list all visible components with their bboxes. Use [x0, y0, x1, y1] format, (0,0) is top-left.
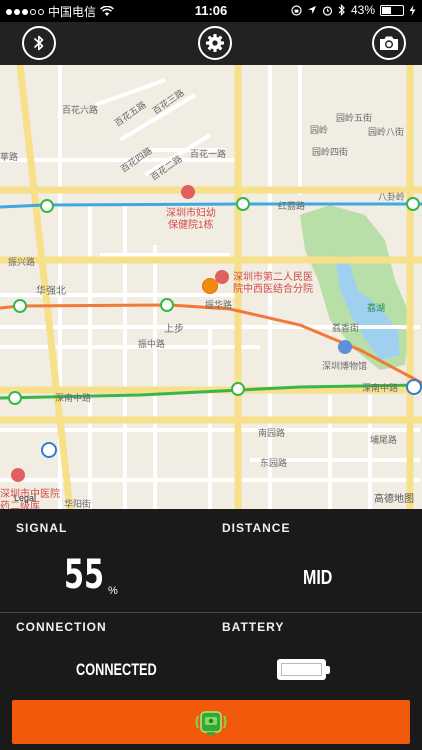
location-icon: [307, 6, 316, 14]
device-alarm-icon: [195, 711, 227, 735]
map-label: 深南中路: [55, 393, 92, 403]
hospital-marker: [11, 468, 25, 482]
map-label: 振华路: [205, 300, 233, 310]
battery-percent: 43%: [350, 3, 375, 17]
map-label: 红荔路: [278, 201, 306, 211]
bluetooth-icon: [33, 35, 44, 51]
signal-label: SIGNAL: [16, 521, 68, 535]
device-location-pin[interactable]: [202, 278, 218, 294]
alarm-icon: [322, 5, 333, 16]
battery-icon: [380, 4, 404, 16]
camera-button[interactable]: [372, 26, 406, 60]
map-label: 园岭四街: [312, 147, 349, 157]
map-label: 百花一路: [190, 149, 227, 159]
battery-label: BATTERY: [222, 620, 285, 634]
map-label: 华阳街: [64, 499, 92, 509]
alarm-action-button[interactable]: [12, 700, 410, 744]
map-label: 莘路: [0, 152, 19, 162]
map-label: 院中西医结合分院: [233, 284, 313, 295]
divider: [0, 612, 422, 613]
map-label: 荔香街: [332, 323, 360, 333]
signal-value: 55: [64, 552, 105, 598]
map-label: 华强北: [36, 286, 66, 297]
rotation-lock-icon: [291, 4, 302, 16]
legal-link[interactable]: Legal: [14, 493, 36, 503]
map-provider-logo: 高德地图: [374, 494, 414, 505]
status-dashboard: SIGNAL DISTANCE 55 % MID CONNECTION BATT…: [0, 509, 422, 750]
map-label: 保健院1栋: [168, 220, 214, 231]
map-label: 深圳博物馆: [322, 361, 368, 371]
charging-icon: [409, 4, 416, 16]
map-label: 园岭五街: [336, 113, 373, 123]
map-label: 园岭八街: [368, 127, 405, 137]
settings-button[interactable]: [198, 26, 232, 60]
bluetooth-icon: [338, 4, 345, 16]
map-label: 东园路: [260, 458, 288, 468]
hospital-marker: [181, 185, 195, 199]
connection-status: CONNECTED: [76, 660, 157, 679]
museum-marker: [338, 340, 352, 354]
map-label: 荔湖: [367, 303, 386, 313]
connection-label: CONNECTION: [16, 620, 107, 634]
gear-icon: [206, 34, 224, 52]
distance-label: DISTANCE: [222, 521, 291, 535]
distance-value: MID: [303, 567, 333, 589]
map-label: 深南中路: [362, 383, 399, 393]
map-label: 振兴路: [8, 257, 36, 267]
bluetooth-button[interactable]: [22, 26, 56, 60]
map-label: 八卦岭: [378, 192, 406, 202]
camera-icon: [380, 36, 398, 50]
map-label: 振中路: [138, 339, 166, 349]
map-label: 南园路: [258, 428, 286, 438]
signal-unit: %: [108, 585, 118, 597]
map-label: 上步: [164, 324, 184, 335]
device-battery-icon: [277, 659, 330, 680]
map-label: 园岭: [310, 125, 329, 135]
top-toolbar: [0, 22, 422, 65]
map-view[interactable]: 百花六路 百花五路 百花三路 百花四路 百花二路 百花一路 莘路 深圳市妇幼 保…: [0, 65, 422, 509]
map-label: 百花六路: [62, 105, 99, 115]
status-bar: 中国电信 11:06 43%: [0, 0, 422, 22]
map-label: 埔尾路: [370, 435, 398, 445]
status-right: 43%: [291, 3, 416, 17]
